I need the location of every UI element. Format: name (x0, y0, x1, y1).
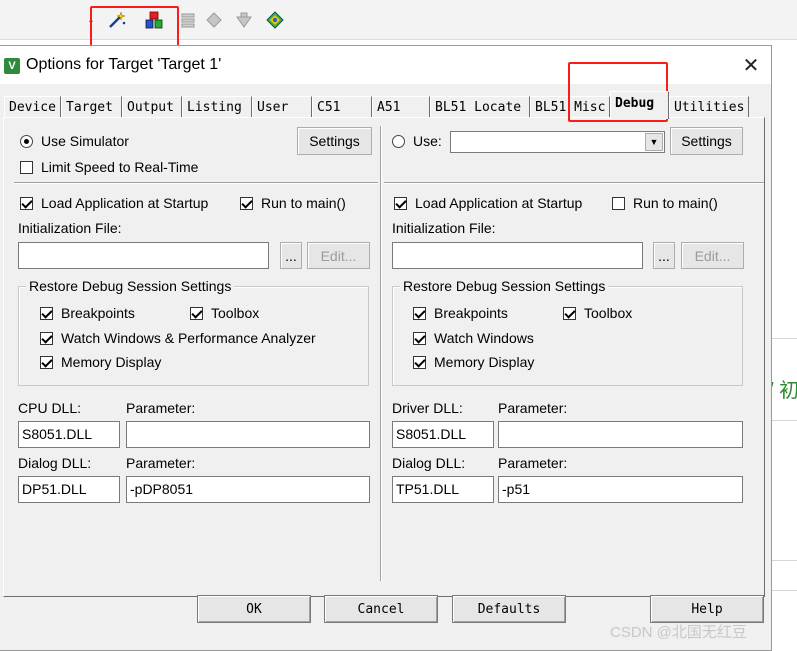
init-file-input-target[interactable] (392, 242, 643, 269)
driver-dll-label: Driver DLL: (392, 400, 463, 416)
breakpoints-checkbox[interactable]: Breakpoints (40, 305, 135, 321)
ok-button[interactable]: OK (197, 595, 311, 623)
run-to-main-checkbox-target[interactable]: Run to main() (612, 195, 718, 211)
help-button[interactable]: Help (650, 595, 764, 623)
toolbox-checkbox[interactable]: Toolbox (190, 305, 259, 321)
checkbox-checked-icon (394, 196, 407, 210)
limit-speed-checkbox[interactable]: Limit Speed to Real-Time (20, 159, 198, 175)
init-file-label-target: Initialization File: (392, 220, 496, 236)
checkbox-checked-icon (413, 331, 426, 345)
defaults-button[interactable]: Defaults (452, 595, 566, 623)
uvision-icon: V (4, 58, 20, 74)
checkbox-checked-icon (190, 306, 203, 320)
radio-off-icon (392, 134, 405, 148)
restore-settings-title: Restore Debug Session Settings (26, 278, 235, 294)
init-file-browse-button[interactable]: ... (280, 242, 302, 269)
section-divider (384, 182, 764, 184)
memory-display-checkbox[interactable]: Memory Display (40, 354, 161, 370)
cpu-dll-label: CPU DLL: (18, 400, 82, 416)
tab-debug[interactable]: Debug (610, 91, 669, 119)
editor-line (772, 420, 797, 421)
toolbox-checkbox-target[interactable]: Toolbox (563, 305, 632, 321)
chevron-down-icon[interactable]: ▼ (645, 133, 663, 151)
watch-windows-checkbox[interactable]: Watch Windows & Performance Analyzer (40, 330, 316, 346)
stack-icon[interactable] (177, 9, 199, 31)
target-driver-select[interactable]: ▼ (450, 131, 665, 153)
editor-line (772, 560, 797, 561)
dialog-param-label-target: Parameter: (498, 455, 568, 471)
checkbox-checked-icon (40, 306, 53, 320)
cpu-dll-input[interactable]: S8051.DLL (18, 421, 120, 448)
editor-code-fragment: / 初 (768, 380, 797, 402)
tab-user[interactable]: User (252, 96, 312, 118)
tab-output[interactable]: Output (122, 96, 182, 118)
target-settings-button[interactable]: Settings (670, 127, 743, 155)
init-file-edit-button-target[interactable]: Edit... (681, 242, 744, 269)
driver-param-label: Parameter: (498, 400, 568, 416)
pack-installer-icon[interactable] (264, 9, 286, 31)
editor-line (772, 590, 797, 591)
load-app-checkbox-target[interactable]: Load Application at Startup (394, 195, 582, 211)
load-app-checkbox[interactable]: Load Application at Startup (20, 195, 208, 211)
tab-strip: Device Target Output Listing User C51 A5… (4, 91, 754, 119)
run-to-main-checkbox[interactable]: Run to main() (240, 195, 346, 211)
driver-param-input[interactable] (498, 421, 743, 448)
driver-dll-input[interactable]: S8051.DLL (392, 421, 494, 448)
radio-on-icon (20, 134, 33, 148)
checkbox-checked-icon (40, 331, 53, 345)
dialog-dll-input[interactable]: DP51.DLL (18, 476, 120, 503)
tab-utilities[interactable]: Utilities (669, 96, 749, 118)
tab-listing[interactable]: Listing (182, 96, 252, 118)
tab-c51[interactable]: C51 (312, 96, 372, 118)
breakpoints-checkbox-target[interactable]: Breakpoints (413, 305, 508, 321)
use-simulator-radio[interactable]: Use Simulator (20, 133, 129, 149)
checkbox-unchecked-icon (20, 160, 33, 174)
cpu-param-label: Parameter: (126, 400, 196, 416)
options-dialog: V Options for Target 'Target 1' ✕ Device… (0, 45, 772, 651)
checkbox-checked-icon (563, 306, 576, 320)
dialog-title: Options for Target 'Target 1' (26, 56, 222, 73)
dialog-dll-label: Dialog DLL: (18, 455, 92, 471)
tab-a51[interactable]: A51 (372, 96, 430, 118)
init-file-edit-button[interactable]: Edit... (307, 242, 370, 269)
tab-bl51-locate[interactable]: BL51 Locate (430, 96, 530, 118)
dialog-param-input-target[interactable]: -p51 (498, 476, 743, 503)
use-target-radio[interactable]: Use: (392, 133, 442, 149)
checkbox-checked-icon (240, 196, 253, 210)
arrow-shape-icon[interactable] (233, 9, 255, 31)
diamond-icon[interactable] (203, 9, 225, 31)
init-file-label: Initialization File: (18, 220, 122, 236)
editor-line (772, 338, 797, 339)
checkbox-unchecked-icon (612, 196, 625, 210)
watermark: CSDN @北国无红豆 (610, 624, 747, 641)
panel-divider (380, 126, 382, 581)
init-file-input[interactable] (18, 242, 269, 269)
checkbox-checked-icon (20, 196, 33, 210)
checkbox-checked-icon (413, 355, 426, 369)
close-icon[interactable]: ✕ (735, 50, 767, 80)
checkbox-checked-icon (413, 306, 426, 320)
section-divider (14, 182, 378, 184)
dialog-param-label: Parameter: (126, 455, 196, 471)
simulator-settings-button[interactable]: Settings (297, 127, 372, 155)
watch-windows-checkbox-target[interactable]: Watch Windows (413, 330, 534, 346)
cpu-param-input[interactable] (126, 421, 370, 448)
tab-target[interactable]: Target (61, 96, 122, 118)
memory-display-checkbox-target[interactable]: Memory Display (413, 354, 534, 370)
init-file-browse-button-target[interactable]: ... (653, 242, 675, 269)
dialog-param-input[interactable]: -pDP8051 (126, 476, 370, 503)
checkbox-checked-icon (40, 355, 53, 369)
dialog-dll-label-target: Dialog DLL: (392, 455, 466, 471)
restore-settings-title-target: Restore Debug Session Settings (400, 278, 609, 294)
cancel-button[interactable]: Cancel (324, 595, 438, 623)
tab-device[interactable]: Device (4, 96, 61, 118)
dialog-dll-input-target[interactable]: TP51.DLL (392, 476, 494, 503)
